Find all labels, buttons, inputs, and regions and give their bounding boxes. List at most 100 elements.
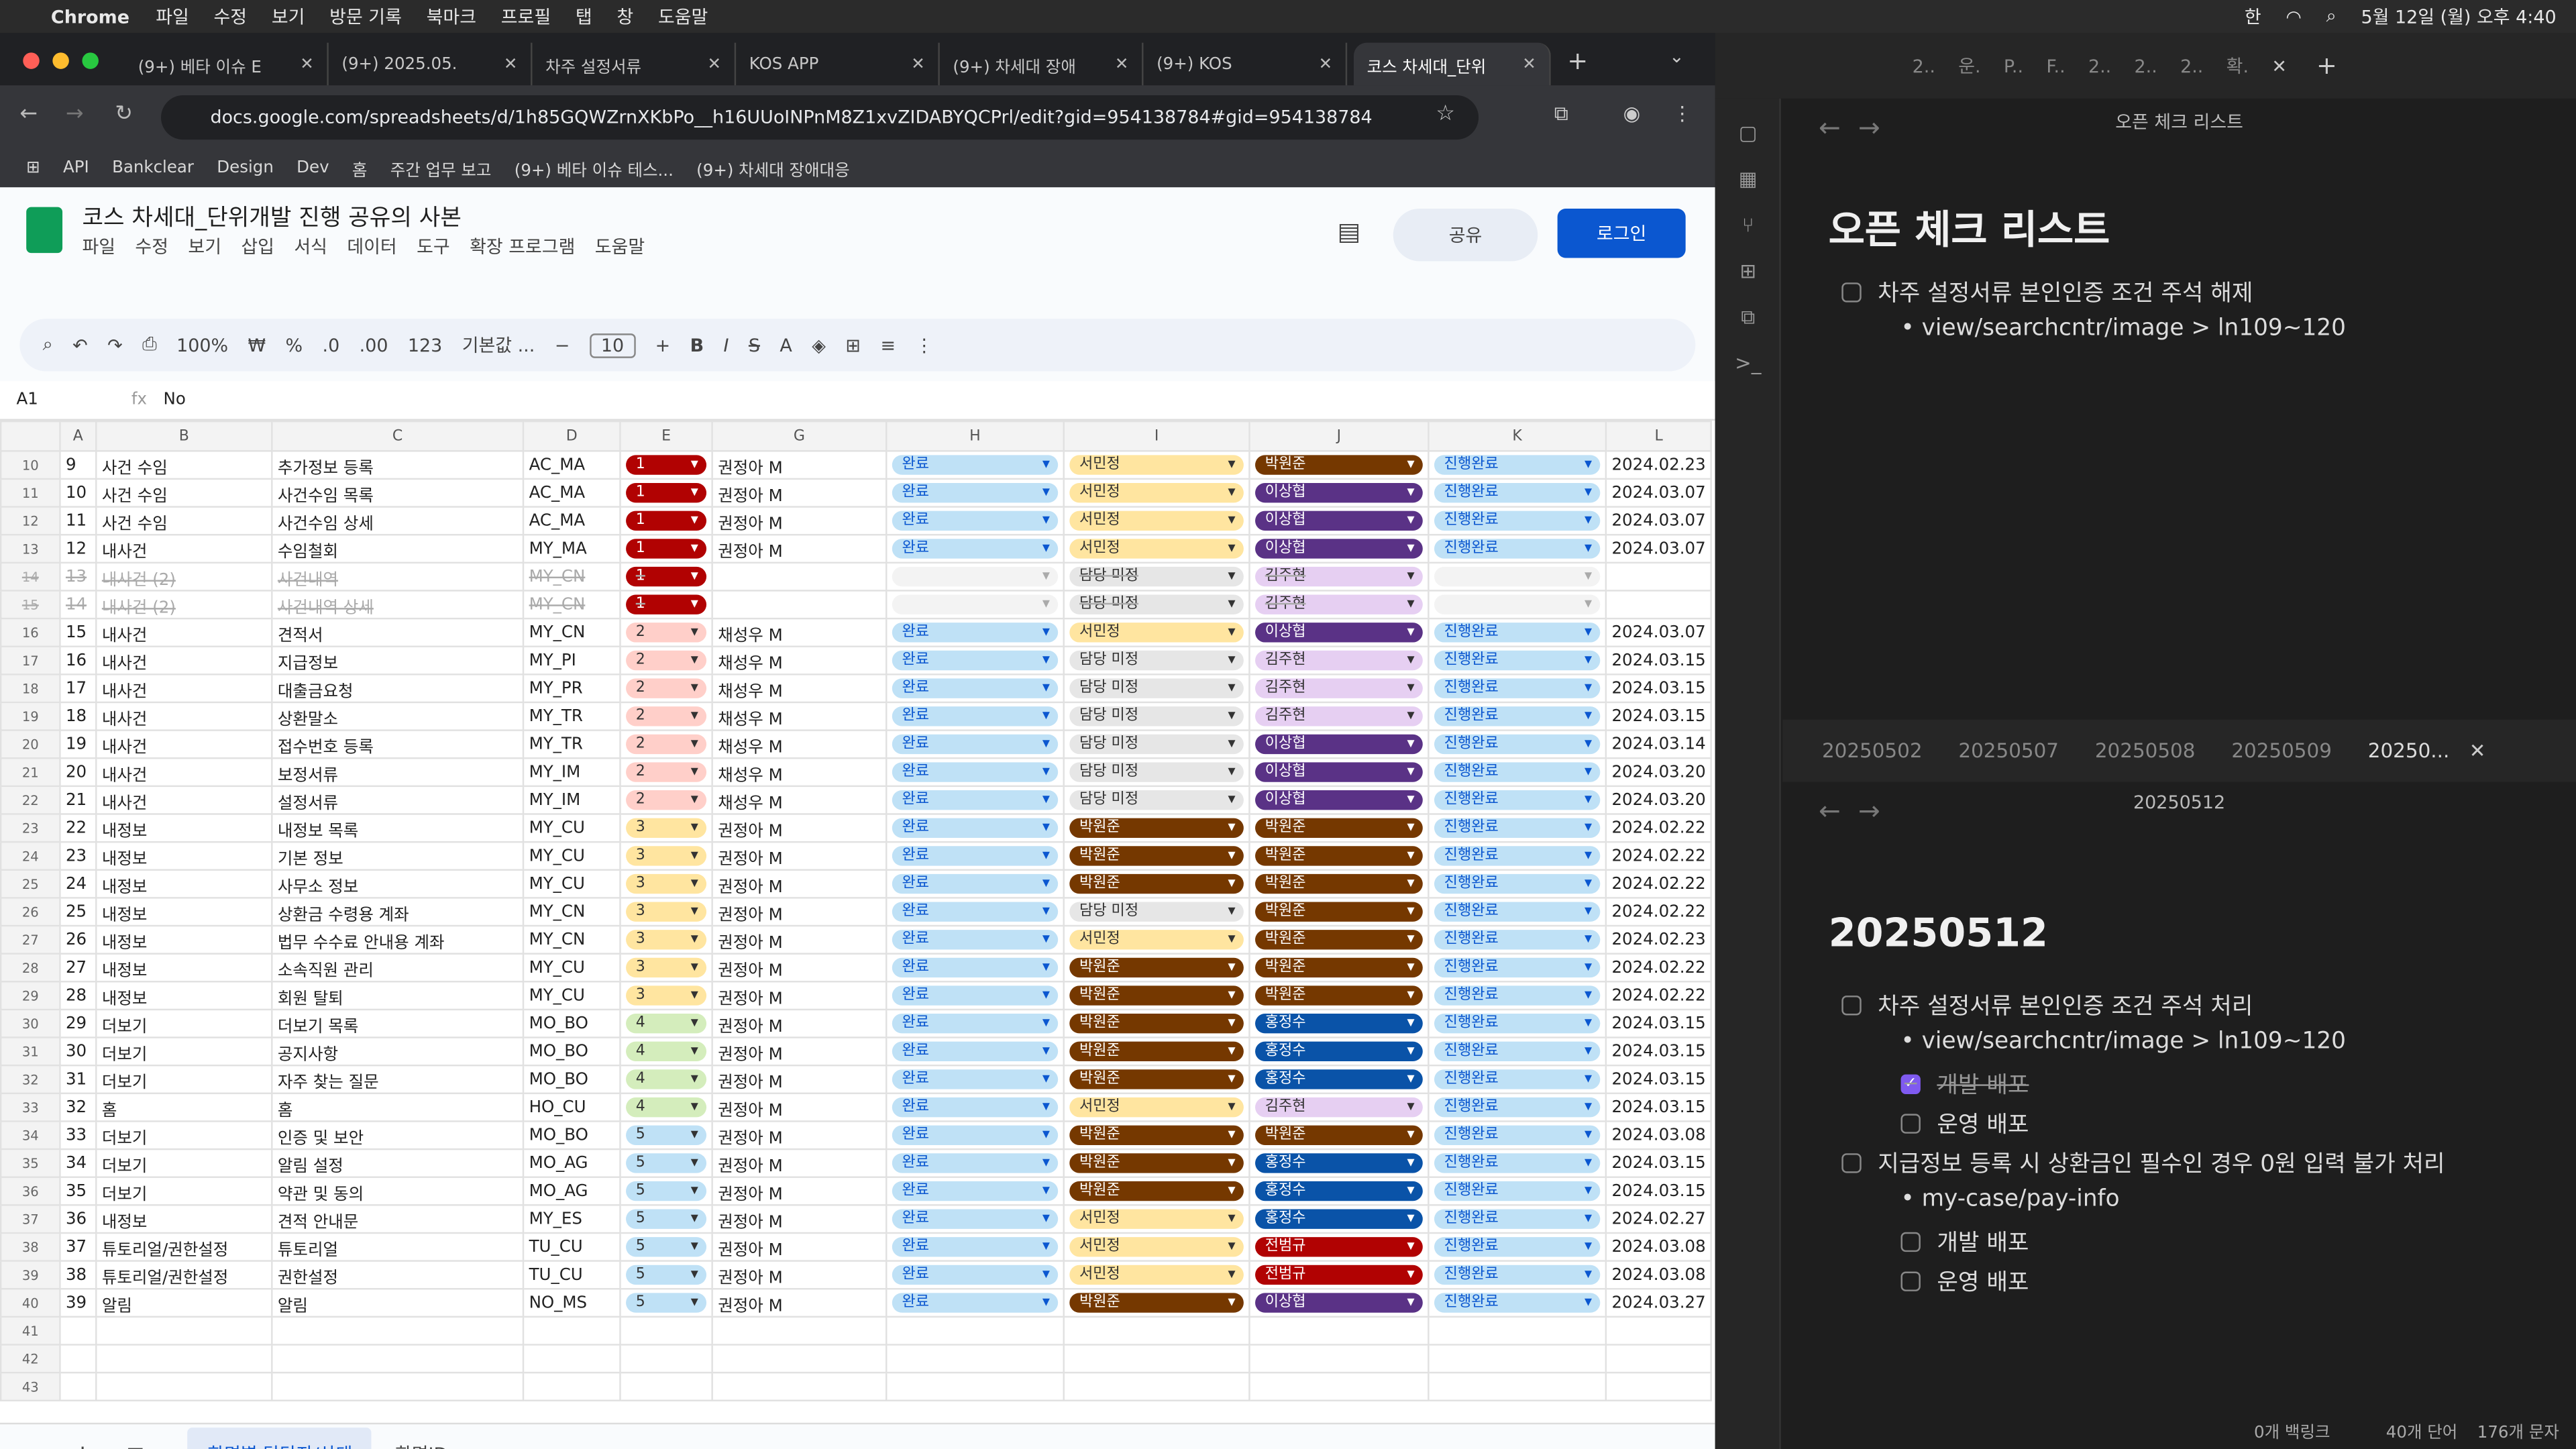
assignee-cell[interactable]: 박원준: [1063, 1176, 1250, 1206]
note-tab[interactable]: 2..: [2135, 55, 2157, 76]
dropdown-chip[interactable]: 진행완료: [1434, 1125, 1601, 1145]
dropdown-chip[interactable]: 김주현: [1255, 594, 1423, 614]
cell[interactable]: 권정아 M: [711, 953, 888, 983]
assignee-cell[interactable]: 박원준: [1063, 953, 1250, 983]
dropdown-chip[interactable]: 4: [626, 1097, 707, 1118]
stage-cell[interactable]: 2: [619, 674, 713, 704]
cell[interactable]: 내사건: [95, 645, 273, 676]
undo-icon[interactable]: ↶: [72, 334, 88, 356]
profile-icon[interactable]: ◉: [1623, 102, 1641, 125]
status-cell[interactable]: 완료: [885, 478, 1065, 508]
cell[interactable]: 2024.03.15: [1605, 645, 1713, 676]
cell[interactable]: 내사건: [95, 757, 273, 788]
cell[interactable]: [619, 1344, 713, 1374]
cell[interactable]: 더보기: [95, 1008, 273, 1038]
status-cell[interactable]: 완료: [885, 1176, 1065, 1206]
cell[interactable]: 2024.03.14: [1605, 729, 1713, 759]
assignee-cell[interactable]: 홍정수: [1248, 1204, 1430, 1234]
date-tab[interactable]: 20250502: [1822, 739, 1923, 762]
dropdown-chip[interactable]: 박원준: [1255, 902, 1423, 922]
checkbox[interactable]: [1841, 282, 1862, 303]
row-header[interactable]: 38: [0, 1232, 61, 1262]
assignee-cell[interactable]: 박원준: [1248, 841, 1430, 871]
stage-cell[interactable]: 5: [619, 1148, 713, 1178]
dropdown-chip[interactable]: 진행완료: [1434, 846, 1601, 866]
cell[interactable]: 수임철회: [271, 533, 525, 564]
dropdown-chip[interactable]: 완료: [892, 930, 1059, 950]
cell[interactable]: 17: [59, 674, 97, 704]
browser-tab[interactable]: 차주 설정서류 ✕: [532, 42, 737, 86]
sheet-tab[interactable]: 화면ID: [395, 1440, 447, 1449]
status-cell[interactable]: 완료: [885, 1092, 1065, 1122]
cell[interactable]: 설정서류: [271, 785, 525, 815]
cell[interactable]: 2024.03.15: [1605, 1092, 1713, 1122]
cell[interactable]: [59, 1371, 97, 1401]
menu-view[interactable]: 보기: [272, 3, 305, 30]
dropdown-chip[interactable]: 이상협: [1255, 539, 1423, 559]
assignee-cell[interactable]: 서민정: [1063, 1092, 1250, 1122]
assignee-cell[interactable]: 김주현: [1248, 674, 1430, 704]
progress-cell[interactable]: 진행완료: [1428, 645, 1607, 676]
assignee-cell[interactable]: 박원준: [1063, 1008, 1250, 1038]
menu-window[interactable]: 창: [616, 3, 633, 30]
column-header[interactable]: B: [95, 420, 273, 452]
cell[interactable]: 2024.03.15: [1605, 1148, 1713, 1178]
assignee-cell[interactable]: 이상협: [1248, 785, 1430, 815]
cell[interactable]: [59, 1344, 97, 1374]
sheet-menu-item[interactable]: 파일: [82, 233, 115, 260]
cell[interactable]: 2024.03.15: [1605, 1176, 1713, 1206]
cell[interactable]: 2024.02.27: [1605, 1204, 1713, 1234]
dropdown-chip[interactable]: 완료: [892, 1041, 1059, 1062]
row-header[interactable]: 35: [0, 1148, 61, 1178]
dropdown-chip[interactable]: 5: [626, 1125, 707, 1145]
row-header[interactable]: 11: [0, 478, 61, 508]
dropdown-chip[interactable]: 진행완료: [1434, 1181, 1601, 1201]
cell[interactable]: 38: [59, 1260, 97, 1290]
cell[interactable]: 회원 탈퇴: [271, 981, 525, 1011]
row-header[interactable]: 15: [0, 590, 61, 620]
dropdown-chip[interactable]: 완료: [892, 985, 1059, 1006]
cell[interactable]: MY_CU: [522, 841, 621, 871]
assignee-cell[interactable]: 박원준: [1063, 1120, 1250, 1150]
stage-cell[interactable]: 1: [619, 506, 713, 536]
status-cell[interactable]: 완료: [885, 813, 1065, 843]
dropdown-chip[interactable]: 2: [626, 762, 707, 782]
assignee-cell[interactable]: 박원준: [1248, 981, 1430, 1011]
cell[interactable]: 권정아 M: [711, 1036, 888, 1067]
row-header[interactable]: 32: [0, 1064, 61, 1095]
assignee-cell[interactable]: 박원준: [1063, 869, 1250, 899]
dropdown-chip[interactable]: 5: [626, 1265, 707, 1285]
cell[interactable]: 2024.02.22: [1605, 953, 1713, 983]
progress-cell[interactable]: 진행완료: [1428, 1232, 1607, 1262]
sheet-menu-item[interactable]: 도움말: [595, 233, 645, 260]
cell[interactable]: 내사건: [95, 785, 273, 815]
progress-cell[interactable]: 진행완료: [1428, 869, 1607, 899]
progress-cell[interactable]: 진행완료: [1428, 478, 1607, 508]
date-tab[interactable]: 20250509: [2231, 739, 2332, 762]
row-header[interactable]: 37: [0, 1204, 61, 1234]
graph-icon[interactable]: ⑂: [1735, 213, 1761, 239]
backlinks-count[interactable]: 0개 백링크: [2254, 1417, 2330, 1442]
dropdown-chip[interactable]: 5: [626, 1293, 707, 1313]
cell[interactable]: MY_TR: [522, 729, 621, 759]
cell[interactable]: MY_IM: [522, 785, 621, 815]
row-header[interactable]: 39: [0, 1260, 61, 1290]
cell[interactable]: [95, 1371, 273, 1401]
column-header[interactable]: E: [619, 420, 713, 452]
cell[interactable]: 권정아 M: [711, 813, 888, 843]
cell[interactable]: [1605, 590, 1713, 620]
dropdown-chip[interactable]: 이상협: [1255, 1293, 1423, 1313]
column-header[interactable]: H: [885, 420, 1065, 452]
cell[interactable]: 내정보: [95, 953, 273, 983]
note-tab[interactable]: 운.: [1958, 52, 1980, 78]
assignee-cell[interactable]: 이상협: [1248, 729, 1430, 759]
cell[interactable]: AC_MA: [522, 450, 621, 480]
dropdown-chip[interactable]: 담당 미정: [1069, 594, 1244, 614]
dropdown-chip[interactable]: 3: [626, 818, 707, 838]
cell[interactable]: 튜토리얼/권한설정: [95, 1232, 273, 1262]
cell[interactable]: 내사건: [95, 617, 273, 647]
dropdown-chip[interactable]: 2: [626, 678, 707, 698]
cell[interactable]: 약관 및 동의: [271, 1176, 525, 1206]
formula-input[interactable]: No: [164, 391, 186, 409]
progress-cell[interactable]: 진행완료: [1428, 1288, 1607, 1318]
